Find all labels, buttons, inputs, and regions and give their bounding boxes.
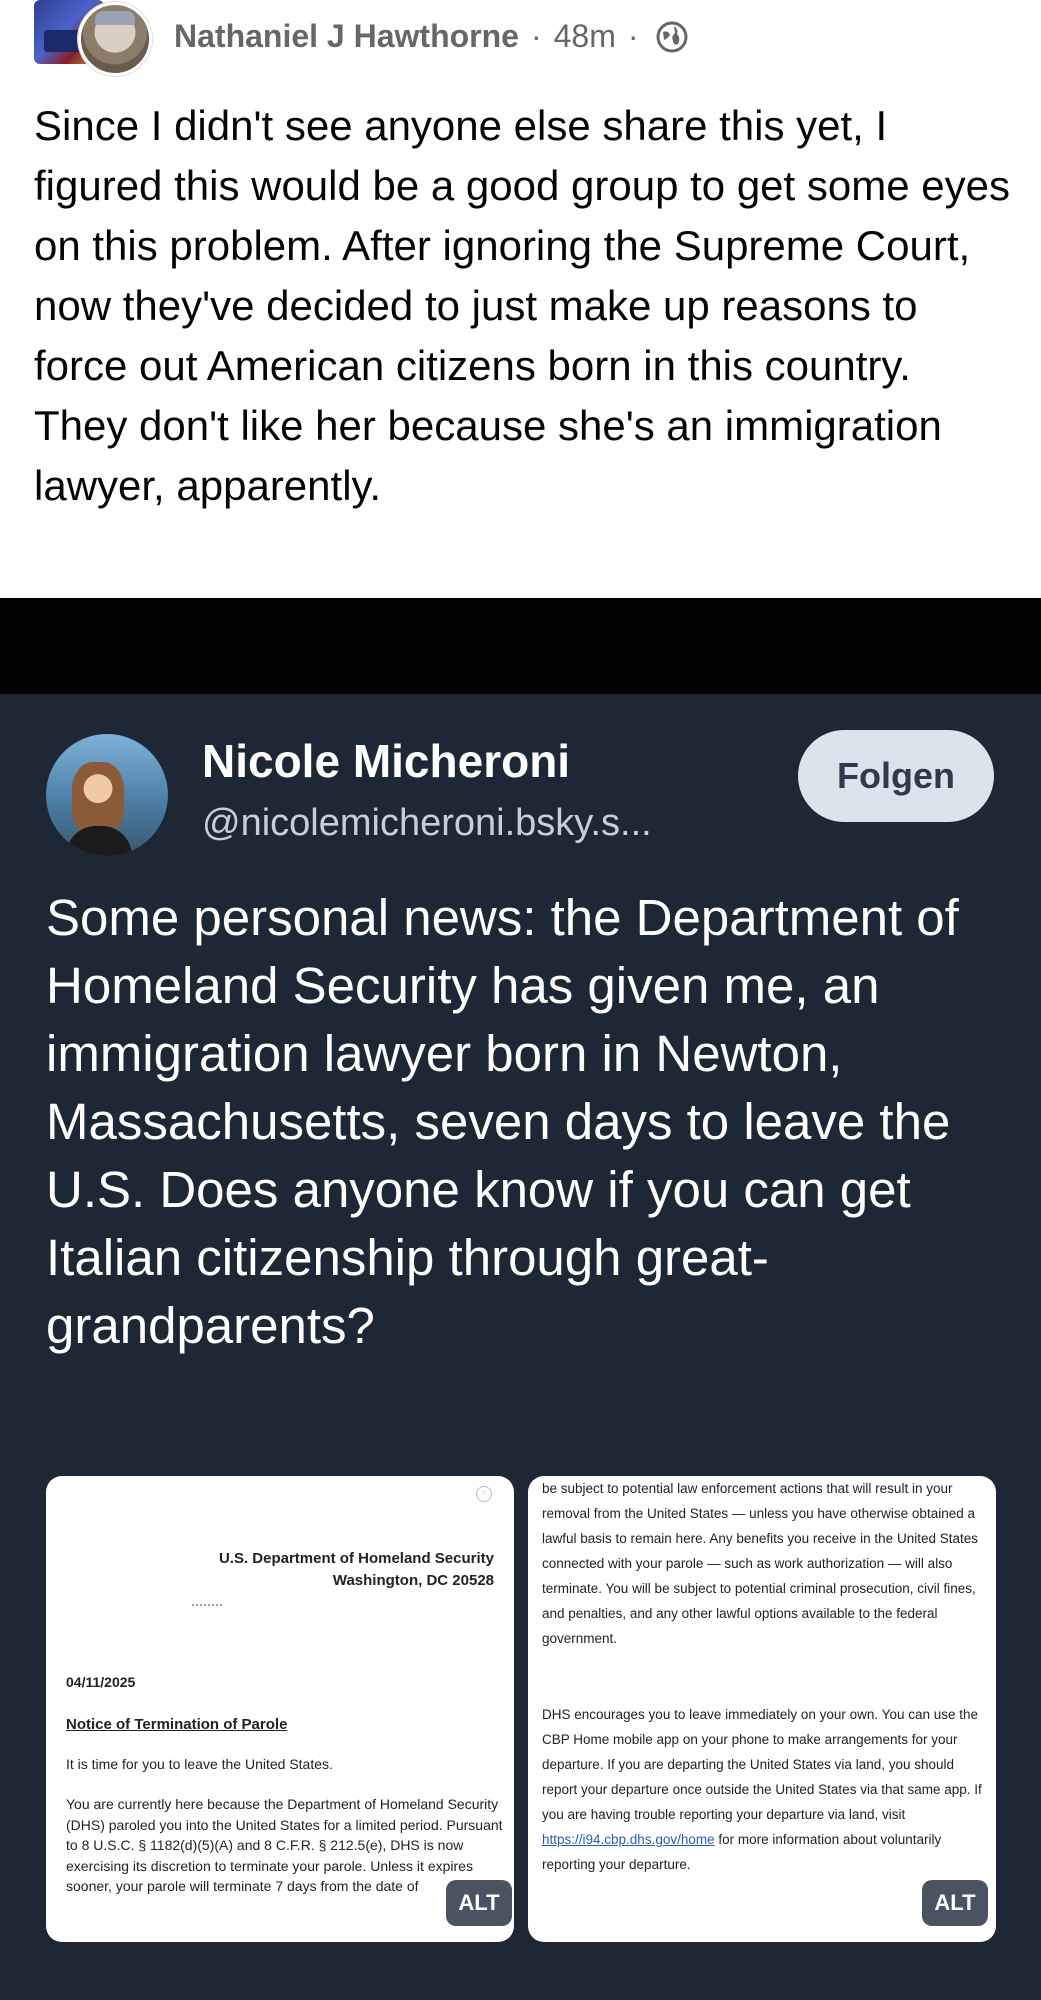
alt-text-button[interactable]: ALT	[922, 1880, 988, 1926]
user-avatar[interactable]	[78, 2, 152, 76]
image-attachment-1[interactable]: ○ U.S. Department of Homeland Security W…	[46, 1476, 514, 1942]
post-text: Since I didn't see anyone else share thi…	[34, 102, 1010, 509]
post-header: Nathaniel J Hawthorne · 48m ·	[0, 0, 1041, 80]
seal-mark	[192, 1604, 222, 1612]
avatar-group[interactable]	[34, 0, 154, 76]
letter-paragraph: be subject to potential law enforcement …	[542, 1481, 978, 1646]
separator: ·	[627, 18, 639, 54]
embed-handle[interactable]: @nicolemicheroni.bsky.s...	[202, 802, 652, 845]
separator: ·	[530, 18, 542, 54]
letter-agency: U.S. Department of Homeland Security	[218, 1550, 494, 1567]
letter-paragraph: DHS encourages you to leave immediately …	[542, 1702, 982, 1877]
letter-date: 04/11/2025	[66, 1674, 136, 1690]
letter-paragraph: You are currently here because the Depar…	[66, 1796, 503, 1894]
letter-paragraph: It is time for you to leave the United S…	[66, 1756, 333, 1772]
letter-subject: Notice of Termination of Parole	[66, 1716, 288, 1733]
author-name[interactable]: Nathaniel J Hawthorne	[174, 18, 519, 55]
circle-icon: ○	[476, 1486, 492, 1502]
follow-button[interactable]: Folgen	[798, 730, 994, 822]
embed-avatar[interactable]	[46, 734, 168, 856]
embed-post-text: Some personal news: the Department of Ho…	[46, 889, 959, 1354]
post-meta: Nathaniel J Hawthorne · 48m ·	[174, 18, 689, 55]
post-time[interactable]: 48m	[554, 18, 616, 55]
image-attachment-2[interactable]: be subject to potential law enforcement …	[528, 1476, 996, 1942]
embed-top-bar	[0, 598, 1041, 694]
globe-icon	[656, 21, 688, 52]
embed-author-name[interactable]: Nicole Micheroni	[202, 734, 570, 788]
letter-text: DHS encourages you to leave immediately …	[542, 1707, 982, 1822]
cbp-link[interactable]: https://i94.cbp.dhs.gov/home	[542, 1832, 715, 1847]
alt-text-button[interactable]: ALT	[446, 1880, 512, 1926]
letter-city: Washington, DC 20528	[332, 1572, 494, 1589]
embedded-post[interactable]: Nicole Micheroni @nicolemicheroni.bsky.s…	[0, 694, 1041, 2000]
